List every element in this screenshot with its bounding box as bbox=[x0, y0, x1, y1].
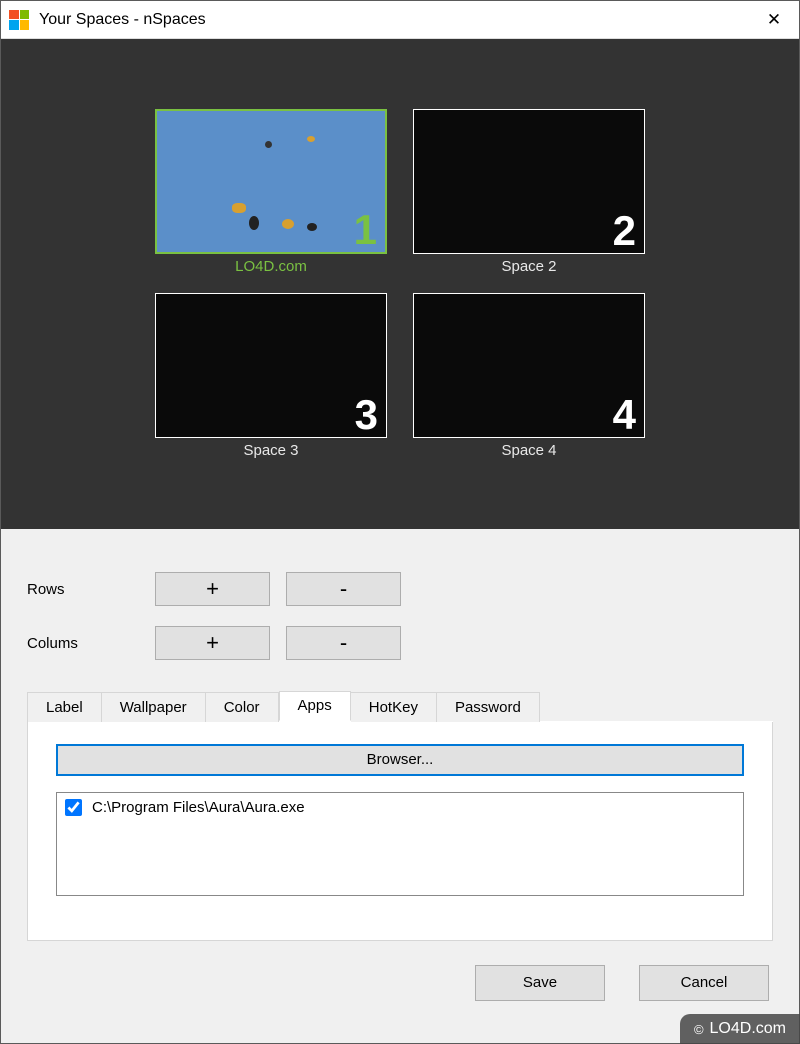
space-cell-4: 4 Space 4 bbox=[413, 293, 645, 459]
footer-buttons: Save Cancel bbox=[475, 965, 769, 1001]
space-thumb-2[interactable]: 2 bbox=[413, 109, 645, 254]
space-cell-2: 2 Space 2 bbox=[413, 109, 645, 275]
tab-hotkey[interactable]: HotKey bbox=[351, 692, 437, 722]
app-item-checkbox[interactable] bbox=[65, 799, 82, 816]
watermark-text: LO4D.com bbox=[710, 1020, 786, 1038]
app-list-item[interactable]: C:\Program Files\Aura\Aura.exe bbox=[65, 799, 735, 816]
space-number: 2 bbox=[613, 207, 636, 255]
tab-content-apps: Browser... C:\Program Files\Aura\Aura.ex… bbox=[27, 721, 773, 941]
rows-control: Rows + - bbox=[27, 569, 773, 609]
app-item-path: C:\Program Files\Aura\Aura.exe bbox=[92, 799, 305, 816]
rows-minus-button[interactable]: - bbox=[286, 572, 401, 606]
tabs-row: Label Wallpaper Color Apps HotKey Passwo… bbox=[27, 691, 773, 722]
space-label-4: Space 4 bbox=[413, 442, 645, 459]
rows-label: Rows bbox=[27, 581, 155, 598]
space-label-1: LO4D.com bbox=[155, 258, 387, 275]
space-number: 4 bbox=[613, 391, 636, 439]
browser-button[interactable]: Browser... bbox=[56, 744, 744, 776]
columns-minus-button[interactable]: - bbox=[286, 626, 401, 660]
space-thumb-4[interactable]: 4 bbox=[413, 293, 645, 438]
save-button[interactable]: Save bbox=[475, 965, 605, 1001]
columns-label: Colums bbox=[27, 635, 155, 652]
space-thumb-3[interactable]: 3 bbox=[155, 293, 387, 438]
space-number: 1 bbox=[354, 206, 377, 254]
copyright-icon: © bbox=[694, 1022, 704, 1037]
window-title: Your Spaces - nSpaces bbox=[39, 11, 749, 29]
tab-password[interactable]: Password bbox=[437, 692, 540, 722]
cancel-button[interactable]: Cancel bbox=[639, 965, 769, 1001]
space-thumb-1[interactable]: 1 bbox=[155, 109, 387, 254]
close-button[interactable]: ✕ bbox=[749, 1, 799, 39]
columns-control: Colums + - bbox=[27, 623, 773, 663]
controls-panel: Rows + - Colums + - Label Wallpaper Colo… bbox=[1, 529, 799, 1043]
space-cell-1: 1 LO4D.com bbox=[155, 109, 387, 275]
app-window: Your Spaces - nSpaces ✕ 1 LO4D.com 2 bbox=[0, 0, 800, 1044]
close-icon: ✕ bbox=[767, 10, 781, 30]
space-thumb-1-image bbox=[157, 111, 385, 252]
space-label-2: Space 2 bbox=[413, 258, 645, 275]
tab-apps[interactable]: Apps bbox=[279, 691, 351, 721]
app-list[interactable]: C:\Program Files\Aura\Aura.exe bbox=[56, 792, 744, 896]
spaces-panel: 1 LO4D.com 2 Space 2 3 Space 3 4 bbox=[1, 39, 799, 529]
tab-color[interactable]: Color bbox=[206, 692, 279, 722]
space-label-3: Space 3 bbox=[155, 442, 387, 459]
watermark: © LO4D.com bbox=[680, 1014, 800, 1044]
space-cell-3: 3 Space 3 bbox=[155, 293, 387, 459]
titlebar: Your Spaces - nSpaces ✕ bbox=[1, 1, 799, 39]
spaces-grid: 1 LO4D.com 2 Space 2 3 Space 3 4 bbox=[155, 109, 645, 459]
space-number: 3 bbox=[355, 391, 378, 439]
rows-plus-button[interactable]: + bbox=[155, 572, 270, 606]
app-icon bbox=[9, 10, 29, 30]
tab-label[interactable]: Label bbox=[27, 692, 102, 722]
columns-plus-button[interactable]: + bbox=[155, 626, 270, 660]
tab-wallpaper[interactable]: Wallpaper bbox=[102, 692, 206, 722]
